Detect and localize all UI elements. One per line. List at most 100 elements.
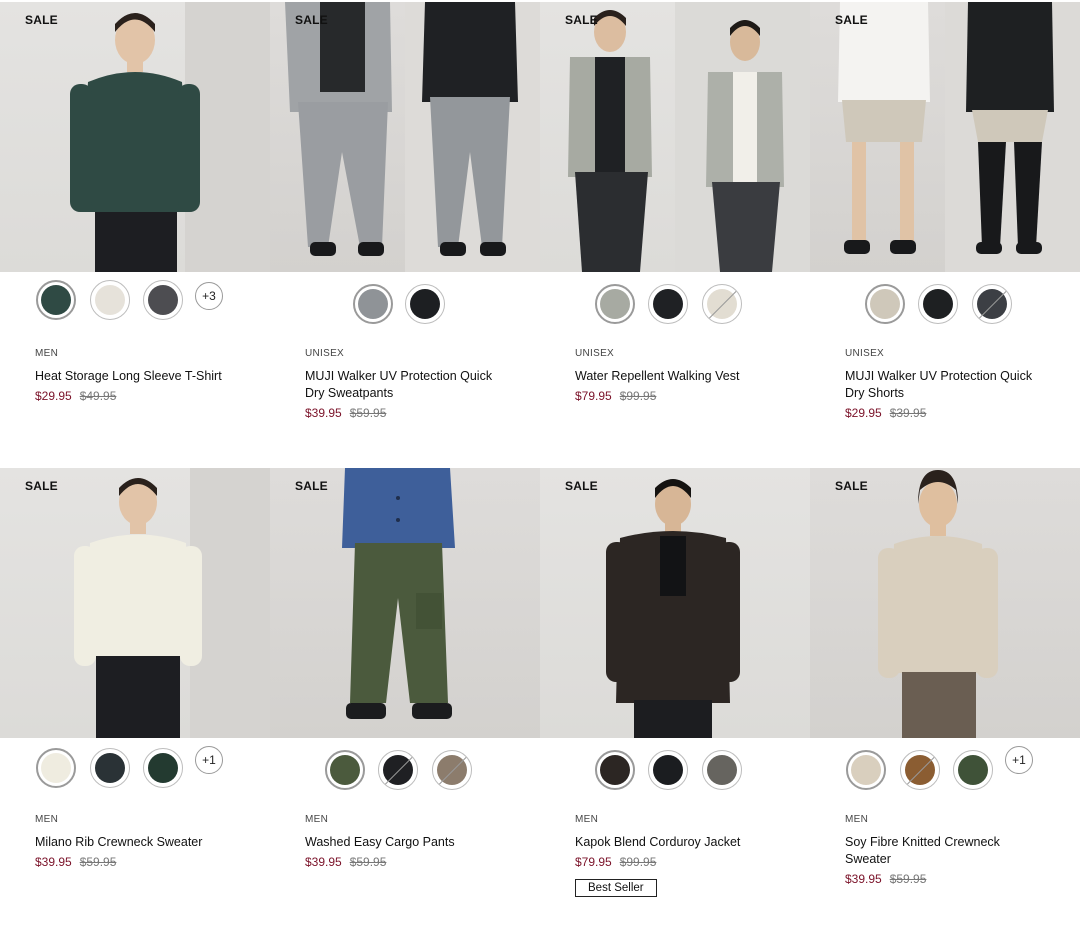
color-swatch[interactable]	[325, 750, 365, 790]
swatch-color	[870, 289, 900, 319]
product-name[interactable]: Milano Rib Crewneck Sweater	[35, 834, 235, 851]
swatch-color	[653, 755, 683, 785]
swatch-color	[330, 755, 360, 785]
color-swatch[interactable]	[595, 284, 635, 324]
price-row: $39.95 $59.95	[305, 406, 505, 420]
color-swatch[interactable]	[648, 284, 688, 324]
swatch-color	[958, 755, 988, 785]
color-swatch[interactable]	[90, 748, 130, 788]
color-swatch[interactable]	[36, 748, 76, 788]
color-swatch[interactable]	[90, 280, 130, 320]
swatch-color	[707, 755, 737, 785]
model-photo	[568, 2, 810, 272]
product-category: UNISEX	[305, 348, 345, 359]
sale-price: $29.95	[845, 406, 882, 420]
product-info: MEN Kapok Blend Corduroy Jacket $79.95 $9…	[575, 814, 775, 897]
product-name[interactable]: MUJI Walker UV Protection Quick Dry Swea…	[305, 368, 505, 402]
product-category: MEN	[35, 814, 59, 825]
sale-badge: SALE	[835, 479, 868, 493]
product-image[interactable]: SALE	[810, 468, 1080, 738]
color-swatch-unavailable[interactable]	[702, 284, 742, 324]
product-name[interactable]: Washed Easy Cargo Pants	[305, 834, 505, 851]
product-name[interactable]: MUJI Walker UV Protection Quick Dry Shor…	[845, 368, 1045, 402]
sale-price: $39.95	[35, 855, 72, 869]
color-swatch[interactable]	[702, 750, 742, 790]
sale-price: $79.95	[575, 389, 612, 403]
original-price: $49.95	[79, 389, 117, 403]
color-swatch[interactable]	[353, 284, 393, 324]
color-swatch[interactable]	[953, 750, 993, 790]
color-swatch[interactable]	[648, 750, 688, 790]
original-price: $59.95	[349, 406, 387, 420]
product-name[interactable]: Kapok Blend Corduroy Jacket	[575, 834, 775, 851]
product-name[interactable]: Water Repellent Walking Vest	[575, 368, 775, 385]
swatch-color	[600, 289, 630, 319]
price-row: $39.95 $59.95	[845, 872, 1045, 886]
original-price: $59.95	[889, 872, 927, 886]
swatch-color	[653, 289, 683, 319]
model-photo	[606, 479, 740, 738]
product-category: UNISEX	[845, 348, 885, 359]
product-image[interactable]: SALE	[0, 468, 270, 738]
product-category: UNISEX	[575, 348, 615, 359]
price-row: $39.95 $59.95	[305, 855, 505, 869]
swatch-color	[851, 755, 881, 785]
model-photo	[70, 2, 270, 272]
price-row: $39.95 $59.95	[35, 855, 235, 869]
color-swatch[interactable]	[865, 284, 905, 324]
color-swatches	[540, 746, 810, 796]
product-category: MEN	[575, 814, 599, 825]
price-row: $79.95 $99.95	[575, 389, 775, 403]
more-colors-button[interactable]: +1	[195, 746, 223, 774]
product-image[interactable]: SALE	[810, 2, 1080, 272]
product-info: UNISEX MUJI Walker UV Protection Quick D…	[845, 348, 1045, 420]
sale-badge: SALE	[25, 13, 58, 27]
original-price: $99.95	[619, 855, 657, 869]
sale-badge: SALE	[835, 13, 868, 27]
sale-price: $29.95	[35, 389, 72, 403]
sale-price: $39.95	[305, 855, 342, 869]
more-colors-button[interactable]: +1	[1005, 746, 1033, 774]
color-swatches: +1	[810, 746, 1080, 796]
product-category: MEN	[305, 814, 329, 825]
product-image[interactable]: SALE	[540, 468, 810, 738]
color-swatch-unavailable[interactable]	[378, 750, 418, 790]
color-swatches: +3	[0, 280, 270, 330]
sale-badge: SALE	[565, 479, 598, 493]
color-swatch[interactable]	[846, 750, 886, 790]
product-image[interactable]: SALE	[270, 468, 540, 738]
more-colors-button[interactable]: +3	[195, 282, 223, 310]
product-name[interactable]: Soy Fibre Knitted Crewneck Sweater	[845, 834, 1045, 868]
product-info: MEN Heat Storage Long Sleeve T-Shirt $29…	[35, 348, 235, 403]
swatch-color	[41, 753, 71, 783]
color-swatch[interactable]	[36, 280, 76, 320]
color-swatches	[270, 280, 540, 330]
product-name[interactable]: Heat Storage Long Sleeve T-Shirt	[35, 368, 235, 385]
price-row: $79.95 $99.95	[575, 855, 775, 869]
color-swatch[interactable]	[918, 284, 958, 324]
model-photo	[74, 468, 270, 738]
sale-badge: SALE	[25, 479, 58, 493]
color-swatch-unavailable[interactable]	[432, 750, 472, 790]
swatch-color	[410, 289, 440, 319]
color-swatch[interactable]	[595, 750, 635, 790]
color-swatches	[540, 280, 810, 330]
product-category: MEN	[35, 348, 59, 359]
original-price: $99.95	[619, 389, 657, 403]
sale-badge: SALE	[295, 13, 328, 27]
color-swatch-unavailable[interactable]	[900, 750, 940, 790]
original-price: $59.95	[349, 855, 387, 869]
swatch-color	[600, 755, 630, 785]
product-image[interactable]: SALE	[0, 2, 270, 272]
product-image[interactable]: SALE	[540, 2, 810, 272]
product-image[interactable]: SALE	[270, 2, 540, 272]
color-swatch[interactable]	[143, 748, 183, 788]
color-swatch[interactable]	[143, 280, 183, 320]
model-photo	[838, 2, 1080, 272]
swatch-color	[923, 289, 953, 319]
product-info: MEN Washed Easy Cargo Pants $39.95 $59.95	[305, 814, 505, 869]
product-info: MEN Soy Fibre Knitted Crewneck Sweater $…	[845, 814, 1045, 886]
color-swatch-unavailable[interactable]	[972, 284, 1012, 324]
color-swatch[interactable]	[405, 284, 445, 324]
model-photo	[878, 470, 998, 738]
